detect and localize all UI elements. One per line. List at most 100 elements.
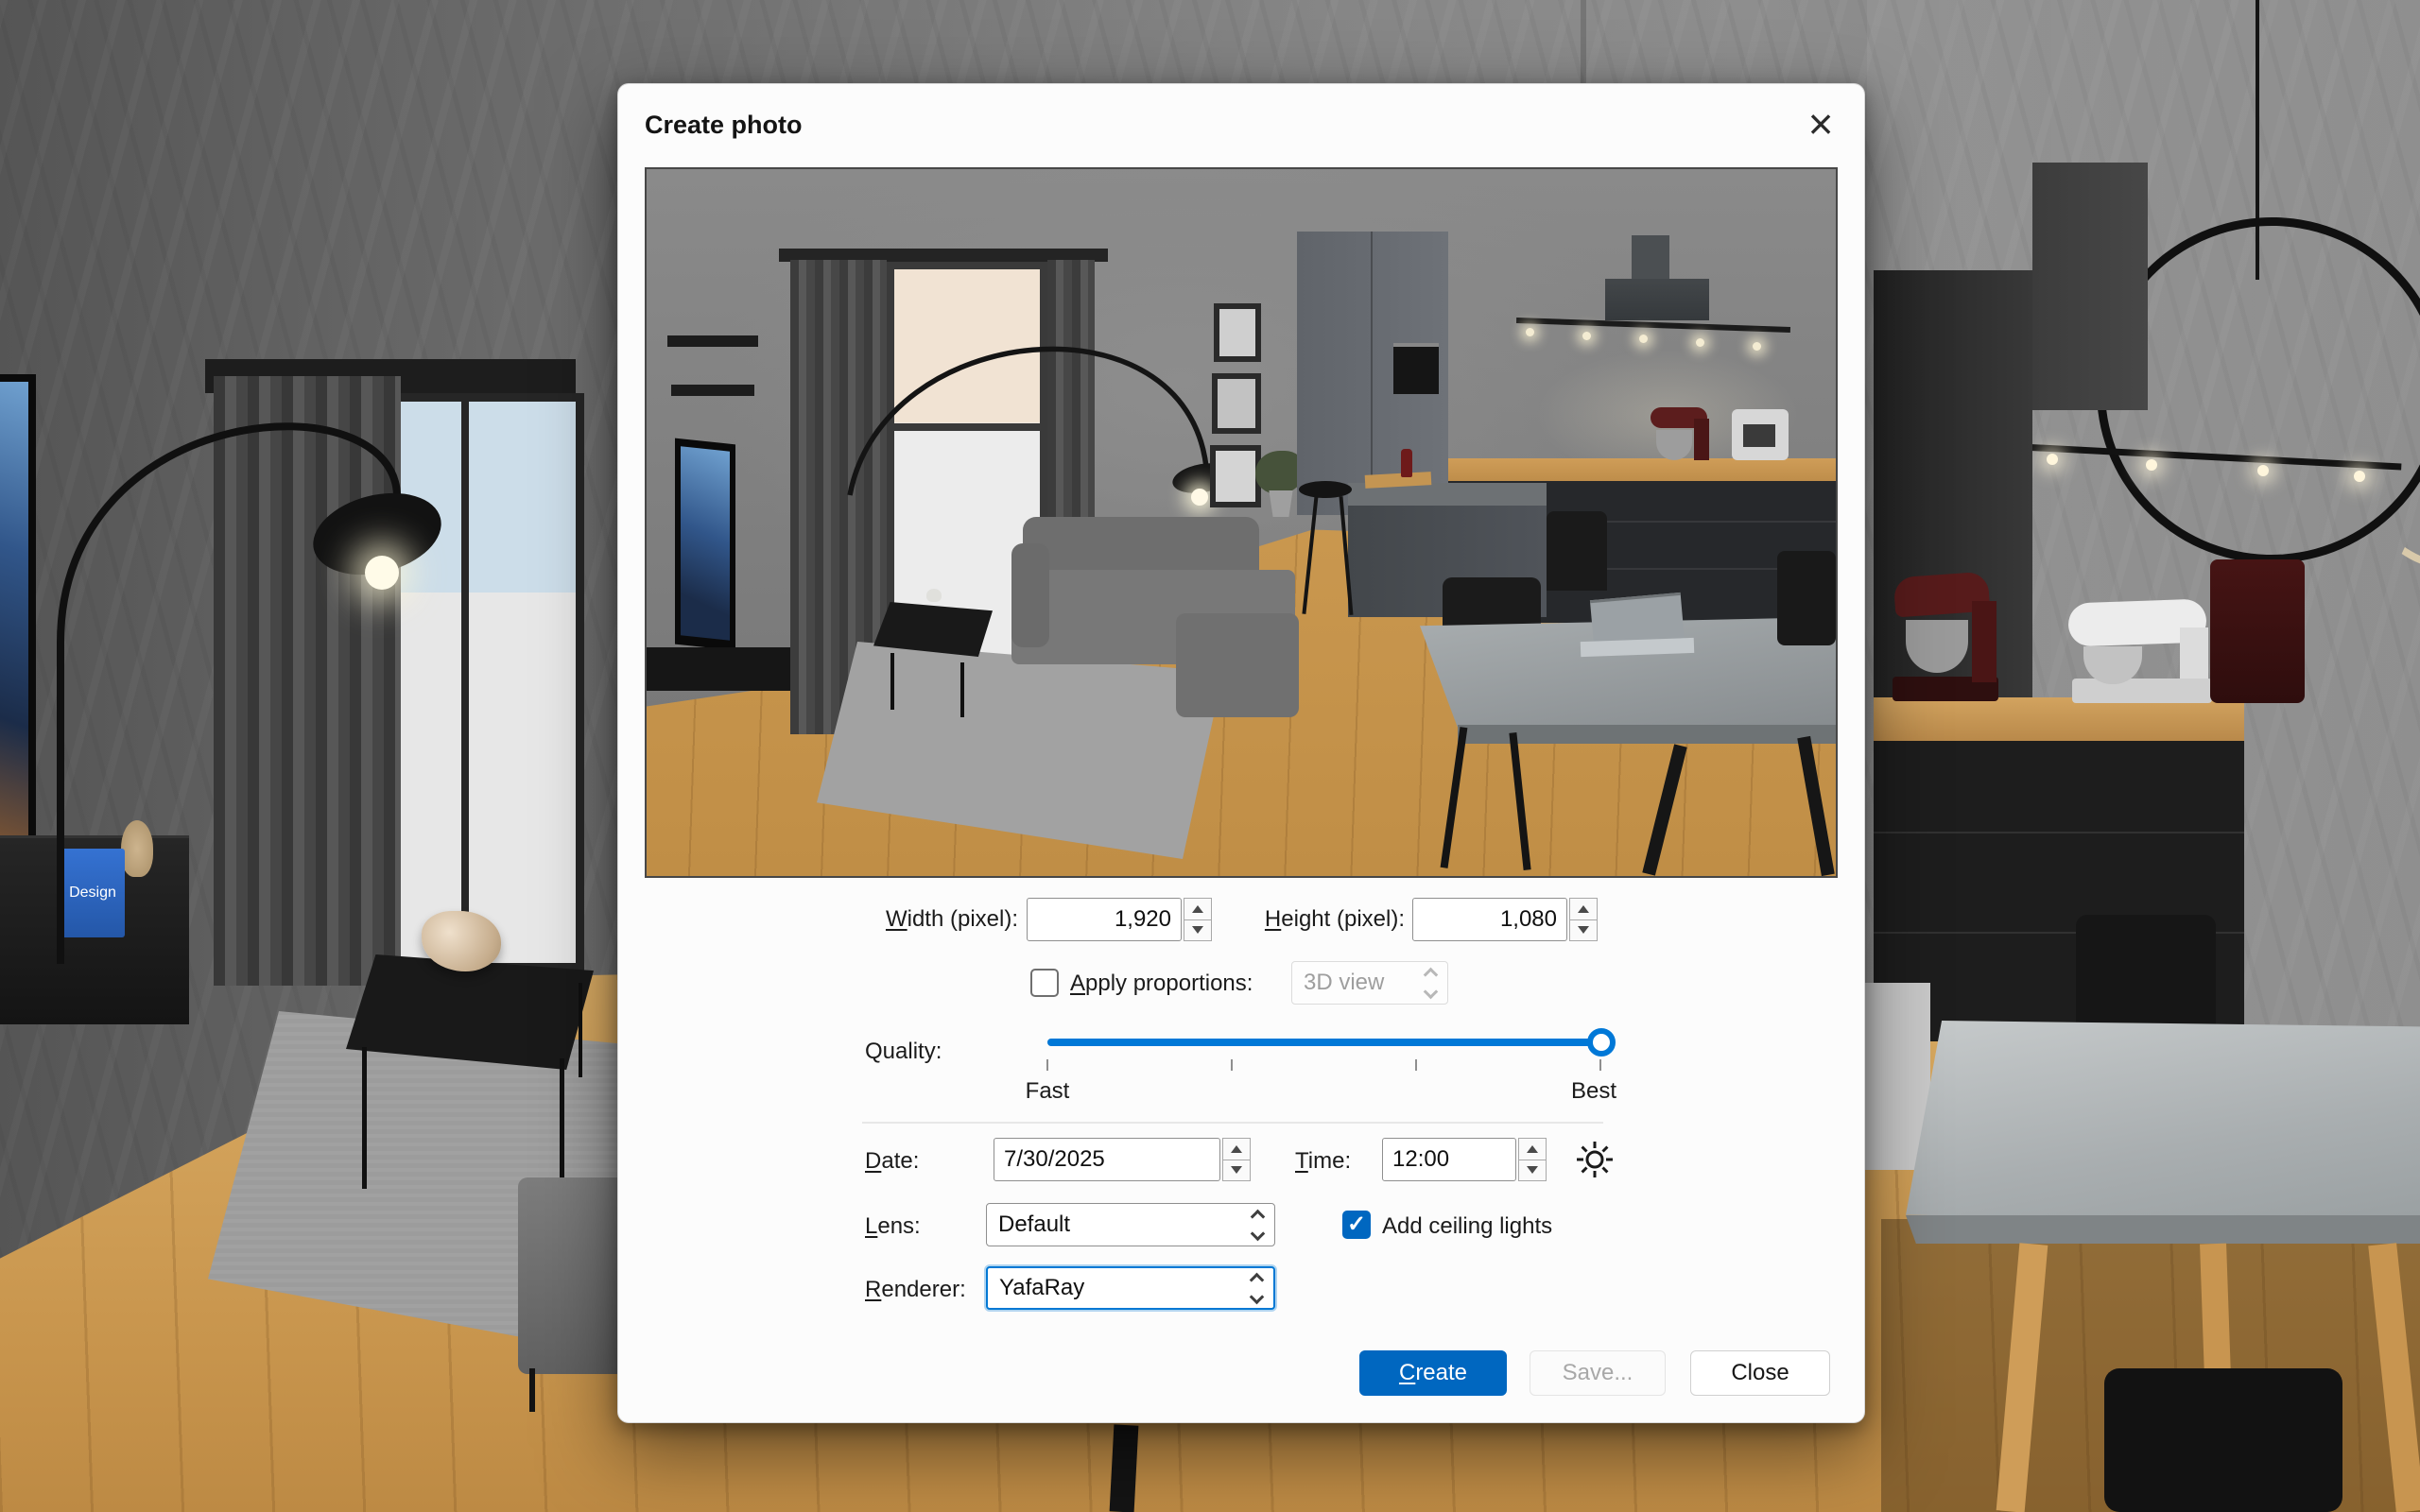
quality-slider-fill [1047, 1039, 1601, 1046]
preview-spot [1696, 338, 1704, 347]
date-spinner [1222, 1138, 1251, 1181]
preview-skull-decor [926, 589, 942, 602]
width-spin-down-button[interactable] [1184, 920, 1212, 942]
label-text: ime: [1308, 1148, 1351, 1174]
close-icon[interactable]: × [1798, 101, 1843, 146]
sun-icon [1575, 1140, 1615, 1179]
slider-tick [1415, 1059, 1417, 1071]
preview-chair-right [1777, 551, 1836, 645]
spinner-down-icon [1527, 1166, 1538, 1174]
dining-chair [2104, 1368, 2342, 1512]
width-spin-up-button[interactable] [1184, 898, 1212, 920]
preview-bar-chair [1547, 511, 1607, 591]
preview-media-shelf [647, 647, 790, 691]
preview-sofa-chaise [1176, 613, 1299, 717]
height-spin-up-button[interactable] [1569, 898, 1598, 920]
mnemonic: R [865, 1277, 881, 1302]
lens-select[interactable]: Default [986, 1203, 1275, 1246]
counter-top [1874, 697, 2244, 741]
white-mixer-base [2072, 679, 2212, 703]
lens-value: Default [998, 1211, 1070, 1238]
spinner-down-icon [1231, 1166, 1242, 1174]
dining-chair-back [2076, 915, 2216, 1026]
mnemonic: T [1295, 1148, 1308, 1174]
track-light-bulb [2146, 459, 2157, 471]
mnemonic: D [865, 1148, 881, 1174]
ottoman-leg [529, 1368, 535, 1412]
slider-tick [1599, 1059, 1601, 1071]
spinner-down-icon [1192, 926, 1203, 934]
mnemonic: C [1399, 1360, 1415, 1385]
label-text: pply proportions: [1085, 971, 1253, 996]
renderer-value: YafaRay [999, 1275, 1084, 1301]
date-label: Date: [865, 1148, 919, 1175]
time-spin-down-button[interactable] [1518, 1160, 1547, 1182]
preview-spot [1526, 328, 1534, 336]
mnemonic: L [865, 1213, 877, 1239]
label-text: enderer: [881, 1277, 965, 1302]
coffee-table-leg [579, 983, 582, 1077]
width-label: Width (pixel): [859, 906, 1018, 933]
spinner-up-icon [1578, 905, 1589, 913]
preview-tv-screen [681, 446, 730, 640]
espresso-machine [2210, 559, 2305, 703]
mnemonic: A [1070, 971, 1085, 996]
date-input[interactable] [994, 1138, 1220, 1181]
ceiling-lights-label: Add ceiling lights [1382, 1213, 1552, 1240]
label-text: idth (pixel): [908, 906, 1018, 932]
preview-hood [1605, 279, 1709, 320]
date-spin-up-button[interactable] [1222, 1138, 1251, 1160]
height-spin-down-button[interactable] [1569, 920, 1598, 942]
spinner-up-icon [1192, 905, 1203, 913]
separator [862, 1122, 1603, 1124]
preview-mixer-column [1694, 419, 1709, 460]
drawer-seam [1874, 832, 2244, 833]
slider-tick [1231, 1059, 1233, 1071]
combo-chevrons-icon [1242, 1275, 1262, 1302]
coffee-table-leg [560, 1058, 564, 1196]
dialog-title: Create photo [645, 111, 803, 140]
date-spin-down-button[interactable] [1222, 1160, 1251, 1182]
dining-table-edge [1906, 1215, 2420, 1244]
label-text: ens: [877, 1213, 920, 1239]
coffee-table-leg [362, 1047, 367, 1189]
spinner-up-icon [1527, 1145, 1538, 1153]
preview-hood-chimney [1632, 235, 1669, 283]
slider-tick [1046, 1059, 1048, 1071]
time-input[interactable] [1382, 1138, 1516, 1181]
label-text: eight (pixel): [1281, 906, 1405, 932]
time-spinner [1518, 1138, 1547, 1181]
preview-picture-frame [1210, 445, 1261, 507]
width-input[interactable] [1027, 898, 1182, 941]
preview-wall-shelf [667, 335, 758, 347]
quality-max-label: Best [1550, 1078, 1637, 1105]
preview-sofa-arm [1011, 543, 1049, 647]
mnemonic: H [1265, 906, 1281, 932]
tv-screen [0, 382, 28, 866]
ceiling-lights-checkbox[interactable]: ✓ [1342, 1211, 1371, 1239]
combo-chevrons-icon [1243, 1211, 1263, 1239]
renderer-select[interactable]: YafaRay [986, 1266, 1275, 1310]
time-spin-up-button[interactable] [1518, 1138, 1547, 1160]
renderer-label: Renderer: [865, 1277, 966, 1303]
height-spinner [1569, 898, 1598, 941]
proportions-value: 3D view [1304, 970, 1384, 996]
apply-proportions-checkbox[interactable]: ✓ [1030, 969, 1059, 997]
save-button[interactable]: Save... [1530, 1350, 1666, 1396]
height-input[interactable] [1412, 898, 1567, 941]
create-button[interactable]: Create [1359, 1350, 1507, 1396]
preview-coffee-machine [1732, 409, 1789, 460]
preview-oven [1393, 343, 1439, 394]
label-text: ate: [881, 1148, 919, 1174]
proportions-select: 3D view [1291, 961, 1448, 1005]
quality-slider[interactable] [1047, 1039, 1601, 1046]
preview-bar-stool-seat [1299, 481, 1352, 498]
check-icon: ✓ [1347, 1213, 1366, 1236]
height-label: Height (pixel): [1238, 906, 1405, 933]
close-button[interactable]: Close [1690, 1350, 1830, 1396]
stand-mixer-column [1972, 601, 1996, 682]
cabinet-seam [1371, 232, 1373, 515]
dining-table-top [1906, 1021, 2420, 1221]
preview-picture-frame [1212, 373, 1261, 434]
quality-slider-handle[interactable] [1587, 1028, 1616, 1057]
